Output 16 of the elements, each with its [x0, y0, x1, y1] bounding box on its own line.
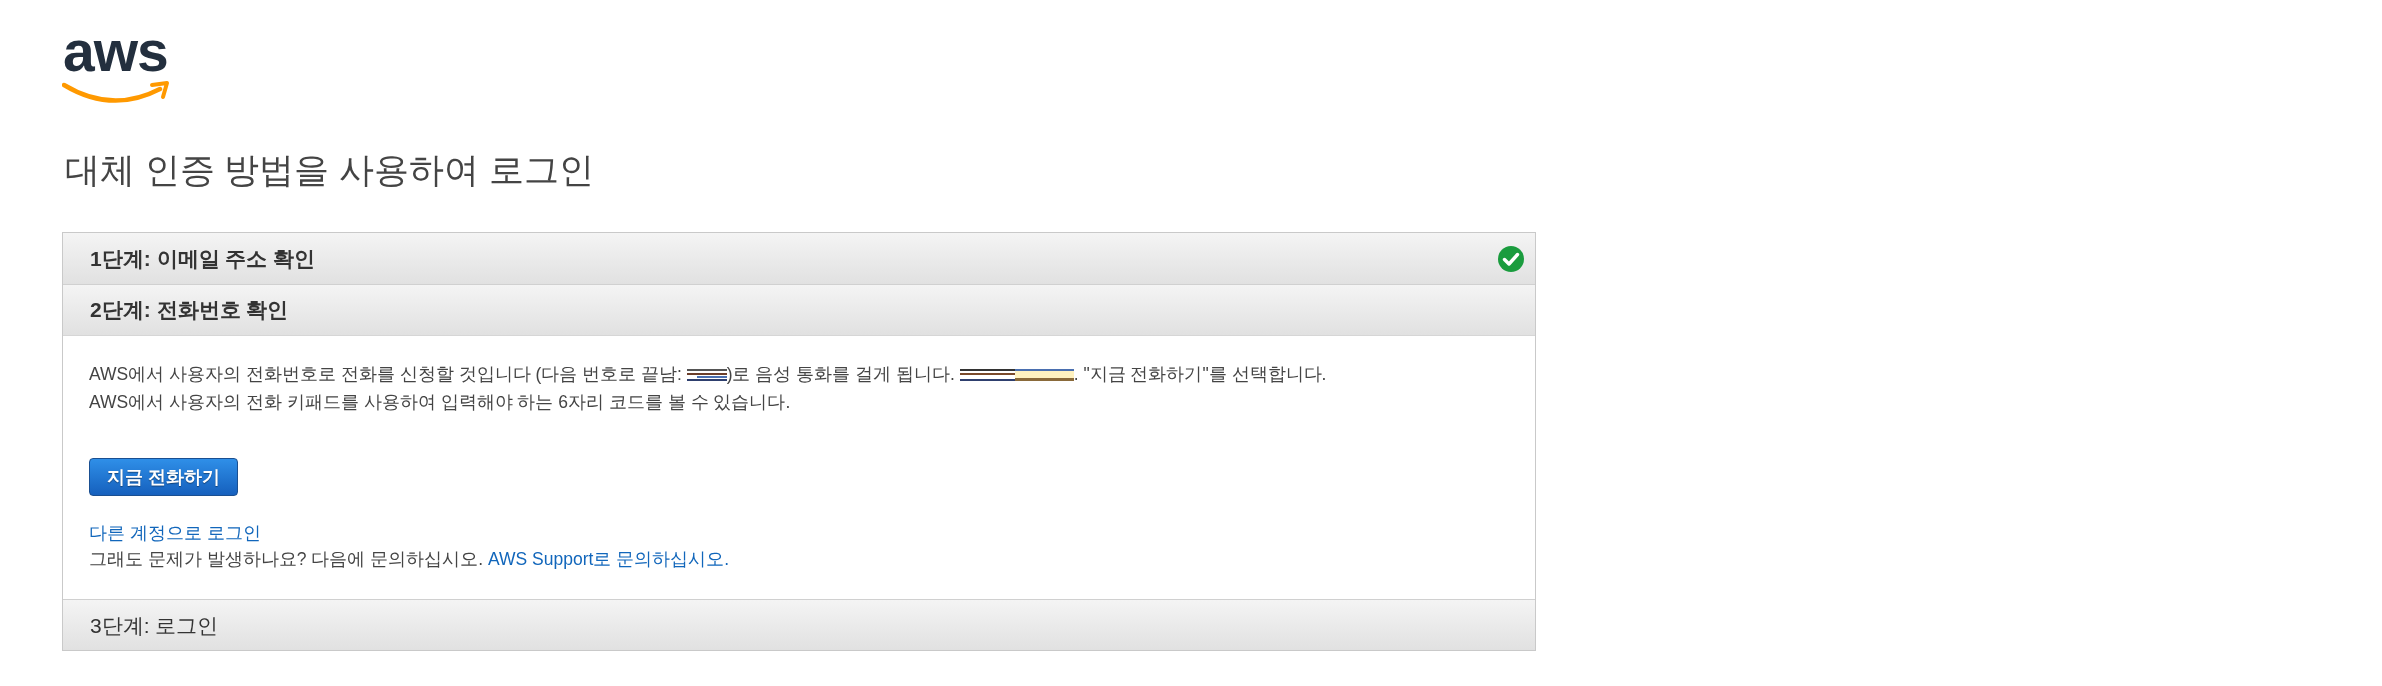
switch-account-link[interactable]: 다른 계정으로 로그인 [89, 520, 261, 546]
message-text: )로 음성 통화를 걸게 됩니다. [726, 364, 956, 384]
page-title: 대체 인증 방법을 사용하여 로그인 [64, 149, 595, 191]
call-now-button[interactable]: 지금 전화하기 [89, 458, 238, 496]
logo: aws [62, 22, 170, 104]
support-link[interactable]: AWS Support로 문의하십시오. [488, 549, 730, 570]
instruction-text: AWS에서 사용자의 전화 키패드를 사용하여 입력해야 하는 6자리 코드를 볼 수 있습니다. [89, 391, 792, 414]
step-title: 3단계: 로그인 [90, 612, 219, 639]
step-title: 2단계: 전화번호 확인 [90, 297, 289, 324]
step-header[interactable]: 1단계: 이메일 주소 확인 [63, 233, 1535, 284]
message-text: AWS에서 사용자의 전화번호로 전화를 신청할 것입니다 (다음 번호로 끝남: [89, 364, 683, 384]
step-title: 1단계: 이메일 주소 확인 [90, 245, 316, 272]
help-text: 그래도 문제가 발생하나요? 다음에 문의하십시오. AWS Support로 문의하십시오. [89, 548, 731, 572]
step-header[interactable]: 3단계: 로그인 [63, 599, 1535, 651]
message-text: . "지금 전화하기"를 선택합니다. [1073, 364, 1327, 384]
step-header[interactable]: 2단계: 전화번호 확인 [63, 284, 1535, 335]
